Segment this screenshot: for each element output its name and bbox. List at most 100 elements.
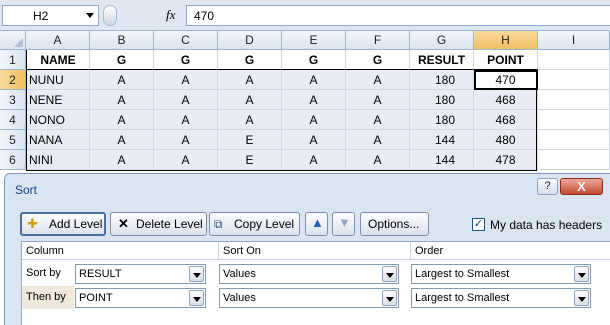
options-label: Options... bbox=[368, 217, 420, 231]
options-button[interactable]: Options... bbox=[360, 212, 429, 236]
cell-h4[interactable]: 468 bbox=[474, 110, 538, 130]
cell-a4[interactable]: NONO bbox=[26, 110, 90, 130]
cell-e4[interactable]: A bbox=[282, 110, 346, 130]
sort-by-sort-on-select[interactable]: Values bbox=[219, 264, 399, 284]
cell-i3[interactable] bbox=[538, 90, 610, 110]
cell-d3[interactable]: A bbox=[218, 90, 282, 110]
my-data-has-headers-checkbox[interactable]: ✓ bbox=[472, 218, 485, 231]
chevron-down-icon[interactable] bbox=[86, 13, 94, 18]
column-header-b[interactable]: B bbox=[90, 31, 154, 50]
cell-h3[interactable]: 468 bbox=[474, 90, 538, 110]
cell-e3[interactable]: A bbox=[282, 90, 346, 110]
chevron-down-icon[interactable] bbox=[574, 266, 589, 282]
cell-g1[interactable]: RESULT bbox=[410, 50, 474, 70]
then-by-column-select[interactable]: POINT bbox=[75, 288, 206, 308]
cell-i1[interactable] bbox=[538, 50, 610, 70]
cell-f3[interactable]: A bbox=[346, 90, 410, 110]
row-header-1[interactable]: 1 bbox=[0, 50, 26, 70]
cell-e1[interactable]: G bbox=[282, 50, 346, 70]
chevron-down-icon[interactable] bbox=[574, 290, 589, 306]
copy-level-button[interactable]: ⧉ Copy Level bbox=[209, 212, 300, 236]
add-level-icon: ✚ bbox=[27, 216, 38, 231]
column-header-h[interactable]: H bbox=[474, 31, 538, 50]
chevron-down-icon[interactable] bbox=[189, 266, 204, 282]
cell-i2[interactable] bbox=[538, 70, 610, 90]
cell-h1[interactable]: POINT bbox=[474, 50, 538, 70]
cell-h6[interactable]: 478 bbox=[474, 150, 538, 170]
cell-e5[interactable]: A bbox=[282, 130, 346, 150]
sort-by-sort-on-value: Values bbox=[223, 268, 256, 280]
column-header-g[interactable]: G bbox=[410, 31, 474, 50]
select-all-button[interactable] bbox=[0, 31, 26, 50]
cell-b3[interactable]: A bbox=[90, 90, 154, 110]
cell-d6[interactable]: E bbox=[218, 150, 282, 170]
help-button[interactable]: ? bbox=[537, 178, 558, 195]
row-header-5[interactable]: 5 bbox=[0, 130, 26, 150]
cell-c3[interactable]: A bbox=[154, 90, 218, 110]
cell-f4[interactable]: A bbox=[346, 110, 410, 130]
cell-e2[interactable]: A bbox=[282, 70, 346, 90]
cell-f6[interactable]: A bbox=[346, 150, 410, 170]
cell-g4[interactable]: 180 bbox=[410, 110, 474, 130]
chevron-down-icon[interactable] bbox=[189, 290, 204, 306]
formula-input[interactable]: 470 bbox=[186, 5, 610, 26]
cell-d1[interactable]: G bbox=[218, 50, 282, 70]
cell-f2[interactable]: A bbox=[346, 70, 410, 90]
column-header-a[interactable]: A bbox=[26, 31, 90, 50]
cell-i6[interactable] bbox=[538, 150, 610, 170]
then-by-sort-on-select[interactable]: Values bbox=[219, 288, 399, 308]
cell-c4[interactable]: A bbox=[154, 110, 218, 130]
cell-f5[interactable]: A bbox=[346, 130, 410, 150]
cell-b4[interactable]: A bbox=[90, 110, 154, 130]
then-by-order-select[interactable]: Largest to Smallest bbox=[411, 288, 591, 308]
cell-h2[interactable]: 470 bbox=[474, 70, 538, 90]
cell-a1[interactable]: NAME bbox=[26, 50, 90, 70]
cell-a5[interactable]: NANA bbox=[26, 130, 90, 150]
row-header-3[interactable]: 3 bbox=[0, 90, 26, 110]
cell-i4[interactable] bbox=[538, 110, 610, 130]
column-header-f[interactable]: F bbox=[346, 31, 410, 50]
cell-g3[interactable]: 180 bbox=[410, 90, 474, 110]
cell-h5[interactable]: 480 bbox=[474, 130, 538, 150]
column-header-c[interactable]: C bbox=[154, 31, 218, 50]
cell-c6[interactable]: A bbox=[154, 150, 218, 170]
cell-b6[interactable]: A bbox=[90, 150, 154, 170]
cell-d2[interactable]: A bbox=[218, 70, 282, 90]
cell-c1[interactable]: G bbox=[154, 50, 218, 70]
column-header-d[interactable]: D bbox=[218, 31, 282, 50]
move-down-button[interactable]: ▼ bbox=[332, 212, 355, 236]
cell-g2[interactable]: 180 bbox=[410, 70, 474, 90]
name-box[interactable]: H2 bbox=[2, 5, 99, 26]
row-header-2[interactable]: 2 bbox=[0, 70, 26, 90]
cell-b5[interactable]: A bbox=[90, 130, 154, 150]
cell-a2[interactable]: NUNU bbox=[26, 70, 90, 90]
cell-b1[interactable]: G bbox=[90, 50, 154, 70]
cell-c5[interactable]: A bbox=[154, 130, 218, 150]
cell-i5[interactable] bbox=[538, 130, 610, 150]
cell-d5[interactable]: E bbox=[218, 130, 282, 150]
cell-g6[interactable]: 144 bbox=[410, 150, 474, 170]
cell-b2[interactable]: A bbox=[90, 70, 154, 90]
delete-level-button[interactable]: ✕ Delete Level bbox=[110, 212, 207, 236]
row-header-6[interactable]: 6 bbox=[0, 150, 26, 170]
move-up-button[interactable]: ▲ bbox=[305, 212, 328, 236]
cell-c2[interactable]: A bbox=[154, 70, 218, 90]
add-level-button[interactable]: ✚ Add Level bbox=[20, 212, 106, 236]
sort-by-order-select[interactable]: Largest to Smallest bbox=[411, 264, 591, 284]
cell-d4[interactable]: A bbox=[218, 110, 282, 130]
chevron-down-icon[interactable] bbox=[382, 290, 397, 306]
cell-a6[interactable]: NINI bbox=[26, 150, 90, 170]
chevron-down-icon[interactable] bbox=[382, 266, 397, 282]
insert-function-icon[interactable]: fx bbox=[166, 7, 175, 23]
formula-bar-resize-handle[interactable] bbox=[103, 5, 117, 26]
row-header-4[interactable]: 4 bbox=[0, 110, 26, 130]
cell-g5[interactable]: 144 bbox=[410, 130, 474, 150]
cell-e6[interactable]: A bbox=[282, 150, 346, 170]
cell-f1[interactable]: G bbox=[346, 50, 410, 70]
cell-a3[interactable]: NENE bbox=[26, 90, 90, 110]
column-header-i[interactable]: I bbox=[538, 31, 610, 50]
sort-by-column-select[interactable]: RESULT bbox=[75, 264, 206, 284]
column-header-e[interactable]: E bbox=[282, 31, 346, 50]
close-button[interactable]: X bbox=[560, 178, 603, 195]
column-header: Column bbox=[22, 242, 219, 260]
